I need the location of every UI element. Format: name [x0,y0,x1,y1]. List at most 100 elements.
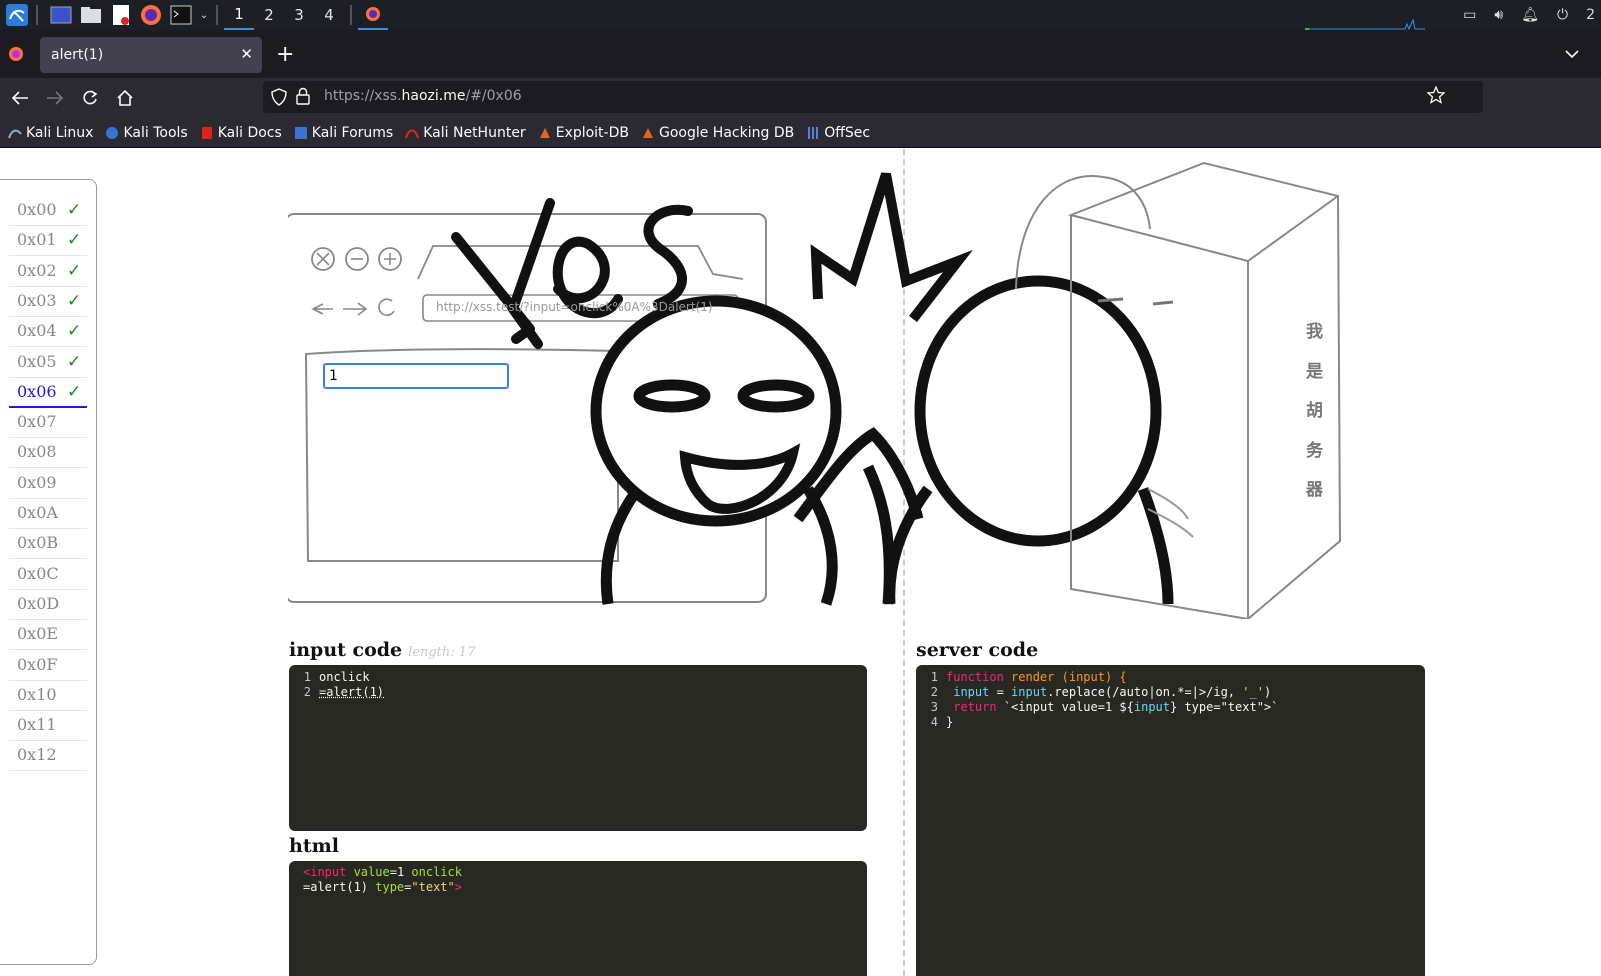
code-line: 2 =alert(1) [303,685,385,699]
level-link-0x09[interactable]: 0x09 [9,468,87,499]
length-label: length: 17 [408,645,476,660]
workspace-2[interactable]: 2 [254,0,284,30]
input-code-editor[interactable]: 1 onclick 2 =alert(1) [289,665,867,831]
taskbar-separator [350,5,352,25]
kali-dragon-icon [8,129,22,138]
bookmark-star-icon[interactable] [1426,85,1446,108]
level-label: 0x03 [17,290,57,310]
terminal-icon[interactable] [168,2,194,28]
bookmark-label: Kali Tools [123,124,188,141]
tracking-protection-shield-icon[interactable] [271,88,287,110]
level-link-0x0a[interactable]: 0x0A [9,498,87,529]
bookmark-label: Google Hacking DB [658,124,795,141]
url-text[interactable]: https://xss.haozi.me/#/0x06 [324,88,522,104]
level-link-0x11[interactable]: 0x11 [9,710,87,742]
level-label: 0x0D [17,593,60,613]
kali-menu-icon[interactable] [4,2,30,28]
new-tab-icon[interactable]: + [276,42,294,67]
demo-input-field[interactable] [323,363,509,389]
bookmark-kali-tools[interactable]: Kali Tools [105,124,188,141]
bookmark-google-hacking-db[interactable]: Google Hacking DB [641,125,794,141]
bookmark-label: Kali Docs [217,124,282,141]
screen-icon[interactable]: ▭ [1463,7,1476,23]
home-icon[interactable] [113,86,137,110]
terminal-dropdown-icon[interactable]: ⌄ [198,2,210,28]
bookmark-label: Kali Linux [26,124,94,141]
kali-docs-icon [201,126,212,139]
back-icon[interactable] [8,86,32,110]
level-link-0x07[interactable]: 0x07 [9,407,87,439]
nethunter-icon [405,129,420,138]
level-label: 0x01 [17,230,57,250]
firefox-launcher-icon[interactable] [138,2,164,28]
level-link-0x05[interactable]: 0x05 ✓ [9,347,87,378]
text-editor-icon[interactable] [108,2,134,28]
volume-icon[interactable]: 🔊︎ [1494,7,1503,23]
level-link-0x08[interactable]: 0x08 [9,437,87,469]
bookmark-kali-forums[interactable]: Kali Forums [294,125,393,141]
check-icon: ✓ [67,230,82,251]
level-link-0x03[interactable]: 0x03 ✓ [9,286,87,317]
clock[interactable]: 2 [1586,7,1595,23]
level-label: 0x00 [17,200,57,219]
browser-tab-active[interactable]: alert(1) ✕ [40,37,262,73]
system-taskbar: ⌄ 1 2 3 4 ▭ 🔊︎ 🔔︎ ⏻ 2 [0,0,1601,30]
server-box-char: 我 [1306,322,1323,342]
html-line-1: <input value=1 onclick [303,865,462,879]
server-line-1: 1 function render (input) { [930,670,1127,684]
kali-forums-icon [294,126,307,139]
bookmark-kali-linux[interactable]: Kali Linux [8,125,93,141]
check-icon: ✓ [67,321,82,342]
level-label: 0x04 [17,321,57,341]
bookmark-label: Kali NetHunter [423,124,526,141]
reload-icon[interactable] [78,86,102,110]
exploit-db-icon [539,127,550,138]
workspace-4[interactable]: 4 [314,0,344,30]
power-icon[interactable]: ⏻ [1557,7,1568,23]
bookmark-exploit-db[interactable]: Exploit-DB [538,125,629,141]
level-link-0x10[interactable]: 0x10 [9,680,87,711]
show-desktop-icon[interactable] [48,2,74,28]
bookmark-offsec[interactable]: OffSec [806,125,870,141]
level-link-0x0f[interactable]: 0x0F [9,650,87,681]
taskbar-separator [216,5,218,25]
input-line-1: onclick [319,670,370,684]
level-label: 0x05 [17,351,57,371]
notification-bell-icon[interactable]: 🔔︎ [1521,7,1539,23]
page-content: 0x00 ✓ 0x01 ✓ 0x02 ✓ 0x03 ✓ 0x04 ✓ 0x05 ✓ 0x06 ✓ 0x07 0… [0,149,1601,976]
level-link-0x12[interactable]: 0x12 [9,740,87,772]
level-link-0x00[interactable]: 0x00 ✓ [9,195,87,226]
level-link-0x0e[interactable]: 0x0E [9,619,87,651]
level-label: 0x07 [17,412,57,432]
lock-icon[interactable] [296,87,310,109]
level-link-0x0b[interactable]: 0x0B [9,528,87,560]
server-code-heading: server code [916,639,1039,661]
level-link-0x0d[interactable]: 0x0D [9,589,87,620]
level-label: 0x0E [17,624,59,644]
input-code-title: input code [289,639,403,661]
url-path: /#/0x06 [465,88,522,104]
level-link-0x02[interactable]: 0x02 ✓ [9,256,87,287]
close-tab-icon[interactable]: ✕ [240,45,253,63]
level-label: 0x0C [17,563,59,583]
firefox-logo-icon [8,46,24,66]
taskbar-separator [36,5,38,25]
server-box-char: 是 [1306,362,1323,382]
workspace-3[interactable]: 3 [284,0,314,30]
level-label: 0x11 [17,715,57,735]
workspace-1[interactable]: 1 [224,0,254,30]
server-line-3: 3 return `<input value=1 ${input} type="… [930,700,1279,714]
list-all-tabs-icon[interactable] [1565,44,1579,63]
input-line-2: =alert(1) [319,685,385,699]
forward-icon[interactable] [43,86,67,110]
level-link-0x0c[interactable]: 0x0C [9,559,87,590]
level-link-0x04[interactable]: 0x04 ✓ [9,316,87,348]
level-link-0x06[interactable]: 0x06 ✓ [9,377,87,408]
server-box-char: 务 [1306,441,1323,461]
bookmark-kali-nethunter[interactable]: Kali NetHunter [405,124,526,141]
server-line-4: 4} [930,715,954,729]
bookmark-kali-docs[interactable]: Kali Docs [200,125,282,141]
firefox-window-button[interactable] [358,0,388,30]
level-link-0x01[interactable]: 0x01 ✓ [9,225,87,257]
file-manager-icon[interactable] [78,2,104,28]
